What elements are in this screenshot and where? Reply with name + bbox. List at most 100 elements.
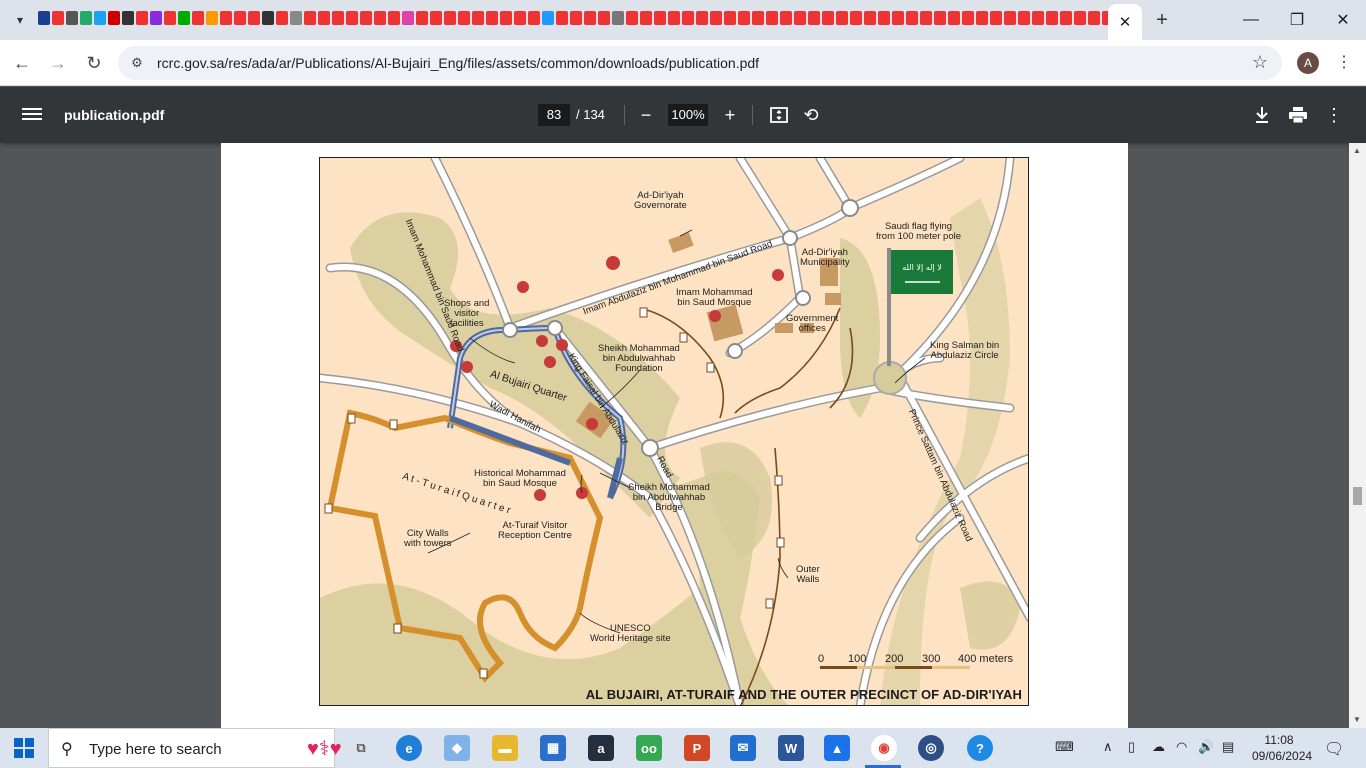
tab-favicon[interactable] [1004,11,1016,25]
bookmark-star-icon[interactable]: ☆ [1252,52,1268,73]
tab-favicon[interactable] [640,11,652,25]
tab-favicon[interactable] [808,11,820,25]
tab-favicon[interactable] [234,11,246,25]
mail-icon[interactable]: ✉ [730,735,756,761]
tab-favicon[interactable] [906,11,918,25]
tab-favicon[interactable] [878,11,890,25]
zoom-out-icon[interactable]: − [634,103,658,127]
tab-favicon[interactable] [514,11,526,25]
tab-favicon[interactable] [304,11,316,25]
tab-favicon[interactable] [836,11,848,25]
tab-favicon[interactable] [444,11,456,25]
tab-favicon[interactable] [150,11,162,25]
back-arrow-icon[interactable]: ← [8,49,36,77]
help-icon[interactable]: ? [967,735,993,761]
tab-favicon[interactable] [990,11,1002,25]
tab-favicon[interactable] [402,11,414,25]
wifi-icon[interactable]: ◠ [1176,739,1187,755]
volume-icon[interactable]: 🔊 [1198,739,1214,755]
tab-favicon[interactable] [332,11,344,25]
tab-favicon[interactable] [164,11,176,25]
tab-favicon[interactable] [626,11,638,25]
tab-favicon[interactable] [388,11,400,25]
file-explorer-icon[interactable]: ▬ [492,735,518,761]
tripadvisor-icon[interactable]: oo [636,735,662,761]
taskbar-search-box[interactable]: ⚲ Type here to search ♥⚕♥ [48,728,342,768]
restore-button[interactable]: ❐ [1274,0,1320,40]
tab-favicon[interactable] [962,11,974,25]
tab-favicon[interactable] [500,11,512,25]
tab-favicon[interactable] [738,11,750,25]
tab-favicon[interactable] [108,11,120,25]
tab-favicon[interactable] [38,11,50,25]
tab-favicon[interactable] [850,11,862,25]
tab-favicon[interactable] [1074,11,1086,25]
tab-favicon[interactable] [780,11,792,25]
chrome-icon[interactable]: ◉ [871,735,897,761]
tab-favicon[interactable] [66,11,78,25]
zoom-in-icon[interactable]: + [718,103,742,127]
tab-favicon[interactable] [1046,11,1058,25]
tab-favicon[interactable] [290,11,302,25]
tab-favicon[interactable] [318,11,330,25]
tab-favicon[interactable] [178,11,190,25]
tab-favicons[interactable] [38,11,1108,29]
active-tab[interactable]: ✕ [1108,4,1142,40]
cloud-tray-icon[interactable]: ☁ [1152,739,1165,755]
notifications-icon[interactable]: 🗨 [1324,739,1344,759]
tab-favicon[interactable] [486,11,498,25]
edge-icon[interactable]: e [396,735,422,761]
tab-favicon[interactable] [948,11,960,25]
tab-favicon[interactable] [542,11,554,25]
tab-favicon[interactable] [528,11,540,25]
tab-favicon[interactable] [94,11,106,25]
tab-favicon[interactable] [934,11,946,25]
download-icon[interactable] [1250,103,1274,127]
tab-favicon[interactable] [248,11,260,25]
tab-favicon[interactable] [1088,11,1100,25]
new-tab-button[interactable]: + [1150,8,1174,32]
tab-favicon[interactable] [654,11,666,25]
dropbox-icon[interactable]: ◆ [444,735,470,761]
tab-favicon[interactable] [1060,11,1072,25]
hamburger-menu-icon[interactable] [22,105,42,125]
tab-search-icon[interactable]: ▾ [8,8,32,32]
tab-favicon[interactable] [346,11,358,25]
close-window-button[interactable]: ✕ [1320,0,1366,40]
tab-favicon[interactable] [696,11,708,25]
tab-favicon[interactable] [416,11,428,25]
tab-favicon[interactable] [360,11,372,25]
tab-favicon[interactable] [122,11,134,25]
tab-favicon[interactable] [752,11,764,25]
tab-favicon[interactable] [52,11,64,25]
tab-favicon[interactable] [612,11,624,25]
tab-favicon[interactable] [556,11,568,25]
tab-favicon[interactable] [1032,11,1044,25]
clock[interactable]: 11:08 09/06/2024 [1252,732,1312,764]
cloud-app-icon[interactable]: ▲ [824,735,850,761]
browser-menu-icon[interactable]: ⋮ [1334,50,1354,74]
tab-favicon[interactable] [206,11,218,25]
scroll-down-icon[interactable]: ▼ [1353,715,1361,724]
tab-favicon[interactable] [80,11,92,25]
print-icon[interactable] [1286,103,1310,127]
fit-page-icon[interactable] [767,103,791,127]
reload-icon[interactable]: ↻ [80,49,108,77]
keyboard-icon[interactable]: ⌨ [1055,739,1074,755]
tab-favicon[interactable] [570,11,582,25]
tab-favicon[interactable] [374,11,386,25]
tab-favicon[interactable] [472,11,484,25]
tab-favicon[interactable] [794,11,806,25]
tab-favicon[interactable] [584,11,596,25]
tab-favicon[interactable] [276,11,288,25]
store-icon[interactable]: ▦ [540,735,566,761]
tab-favicon[interactable] [864,11,876,25]
task-view-icon[interactable]: ⧉ [348,735,374,761]
tab-favicon[interactable] [192,11,204,25]
tab-favicon[interactable] [220,11,232,25]
tab-favicon[interactable] [710,11,722,25]
vertical-scrollbar[interactable]: ▲ ▼ [1349,143,1366,728]
url-text[interactable]: rcrc.gov.sa/res/ada/ar/Publications/Al-B… [157,55,759,71]
tab-favicon[interactable] [430,11,442,25]
windows-start-icon[interactable] [14,738,34,758]
